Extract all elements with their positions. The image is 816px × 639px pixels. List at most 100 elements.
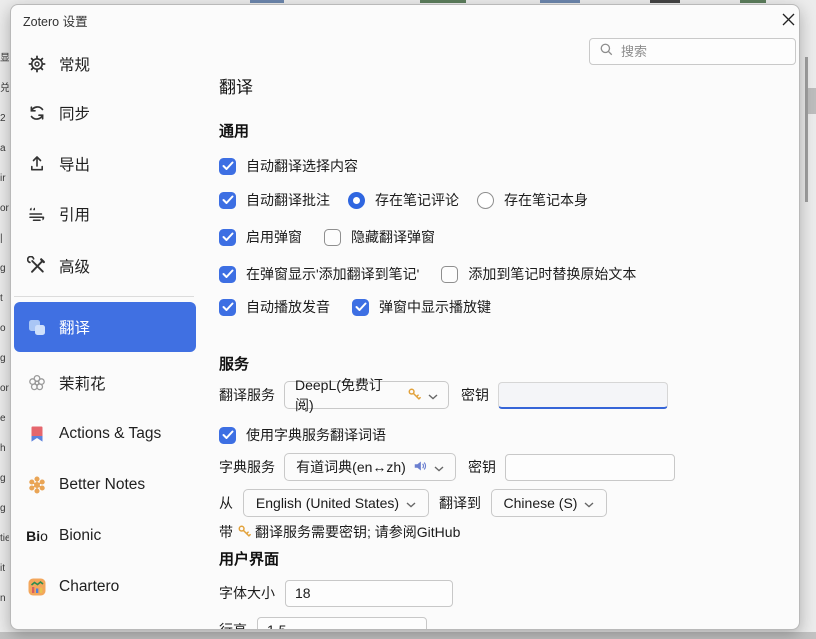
checkbox-label: 弹窗中显示播放键 [379,297,491,317]
font-size-input[interactable] [285,580,453,607]
key-required-note: 带 翻译服务需要密钥; 请参阅GitHub [219,522,460,542]
row-use-dict: 使用字典服务翻译词语 [219,422,386,448]
sidebar-item-label: Chartero [59,578,119,596]
background-window-fragments: 显 兑 2 a ir or | g t o g or e h g g tie i… [0,44,9,620]
page-title: 翻译 [219,73,253,98]
settings-dialog: Zotero 设置 [10,4,800,630]
chevron-down-icon [584,495,594,511]
radio-label: 存在笔记评论 [375,190,459,210]
font-size-label: 字体大小 [219,583,275,603]
dropdown-value: 有道词典(en↔zh) [296,457,406,477]
search-input[interactable] [621,44,797,59]
sidebar-item-bionic[interactable]: Bio Bionic [14,516,196,556]
row-add-to-note: 在弹窗显示'添加翻译到笔记' 添加到笔记时替换原始文本 [219,261,636,287]
sidebar-item-general[interactable]: 常规 [14,44,196,84]
key-icon [407,387,421,404]
background-top-fragment [740,0,766,3]
background-top-fragment [420,0,466,3]
checkbox-label: 启用弹窗 [246,227,302,247]
row-auto-translate-annotation: 自动翻译批注 存在笔记评论 存在笔记本身 [219,187,588,213]
sidebar-item-label: Actions & Tags [59,425,161,443]
lang-from-dropdown[interactable]: English (United States) [243,489,429,517]
row-translate-service: 翻译服务 DeepL(免费订阅) 密钥 [219,382,668,408]
translate-service-label: 翻译服务 [219,385,275,405]
line-height-input[interactable] [257,617,427,631]
sync-icon [27,103,47,123]
dict-service-label: 字典服务 [219,457,275,477]
dropdown-value: English (United States) [256,495,399,511]
sidebar-item-cite[interactable]: 引用 [14,194,196,234]
close-button[interactable] [775,9,800,33]
background-top-fragment [250,0,284,3]
export-icon [27,154,47,174]
checkbox-label: 隐藏翻译弹窗 [351,227,435,247]
lang-to-label: 翻译到 [439,493,481,513]
translate-service-secret-input[interactable] [498,382,668,409]
flower-icon [27,373,47,393]
row-font-size: 字体大小 [219,580,453,606]
row-languages: 从 English (United States) 翻译到 Chinese (S… [219,490,607,516]
sidebar-item-chartero[interactable]: Chartero [14,567,196,607]
cite-icon [27,204,47,224]
dict-service-dropdown[interactable]: 有道词典(en↔zh) [284,453,456,481]
background-scrollbar-thumb [808,88,816,114]
sidebar-divider [14,296,194,297]
checkbox-label: 自动翻译批注 [246,190,330,210]
sidebar-item-label: 同步 [59,102,90,124]
sidebar-item-better-notes[interactable]: Better Notes [14,465,196,505]
checkbox-label: 添加到笔记时替换原始文本 [468,264,636,284]
sidebar-item-label: 翻译 [59,316,90,338]
note-body-radio[interactable] [477,192,494,209]
sidebar-item-label: 引用 [59,203,90,225]
show-play-button-checkbox[interactable] [352,299,369,316]
hide-popup-checkbox[interactable] [324,229,341,246]
line-height-label: 行高 [219,620,247,630]
note-text: 翻译服务需要密钥; 请参阅GitHub [255,522,460,542]
tools-icon [27,256,47,276]
background-top-fragment [540,0,580,3]
section-heading-general: 通用 [219,120,249,141]
window-title: Zotero 设置 [23,11,88,30]
enable-popup-checkbox[interactable] [219,229,236,246]
sidebar-item-actions-tags[interactable]: Actions & Tags [14,414,196,454]
chevron-down-icon [406,495,416,511]
auto-translate-annotation-checkbox[interactable] [219,192,236,209]
translate-icon [27,317,47,337]
row-line-height: 行高 [219,617,427,630]
row-popup: 启用弹窗 隐藏翻译弹窗 [219,224,435,250]
auto-translate-selection-checkbox[interactable] [219,158,236,175]
translate-service-dropdown[interactable]: DeepL(免费订阅) [284,381,449,409]
screen: 显 兑 2 a ir or | g t o g or e h g g tie i… [0,0,816,639]
lang-to-dropdown[interactable]: Chinese (S) [491,489,607,517]
close-icon [781,12,796,30]
search-box[interactable] [589,38,796,65]
use-dict-checkbox[interactable] [219,427,236,444]
show-add-note-checkbox[interactable] [219,266,236,283]
sidebar-item-translate[interactable]: 翻译 [14,302,196,352]
sidebar-item-label: 高级 [59,255,90,277]
lang-from-label: 从 [219,493,233,513]
speaker-icon [413,459,427,476]
sidebar-item-export[interactable]: 导出 [14,144,196,184]
radio-label: 存在笔记本身 [504,190,588,210]
chart-icon [27,577,47,597]
gear-icon [27,54,47,74]
note-comment-radio[interactable] [348,192,365,209]
background-bottom-strip [0,632,816,639]
sidebar-item-advanced[interactable]: 高级 [14,246,196,286]
checkbox-label: 自动翻译选择内容 [246,156,358,176]
dropdown-value: DeepL(免费订阅) [295,375,400,415]
row-auto-translate-selection: 自动翻译选择内容 [219,153,358,179]
sidebar-item-sync[interactable]: 同步 [14,93,196,133]
sidebar-item-label: Better Notes [59,476,145,494]
auto-play-checkbox[interactable] [219,299,236,316]
note-text: 带 [219,522,233,542]
checkbox-label: 在弹窗显示'添加翻译到笔记' [246,264,419,284]
secret-label: 密钥 [468,457,496,477]
key-icon [237,524,251,541]
dropdown-value: Chinese (S) [504,495,578,511]
sidebar-item-jasminum[interactable]: 茉莉花 [14,363,196,403]
molecule-icon [27,475,47,495]
replace-raw-checkbox[interactable] [441,266,458,283]
dict-service-secret-input[interactable] [505,454,675,481]
